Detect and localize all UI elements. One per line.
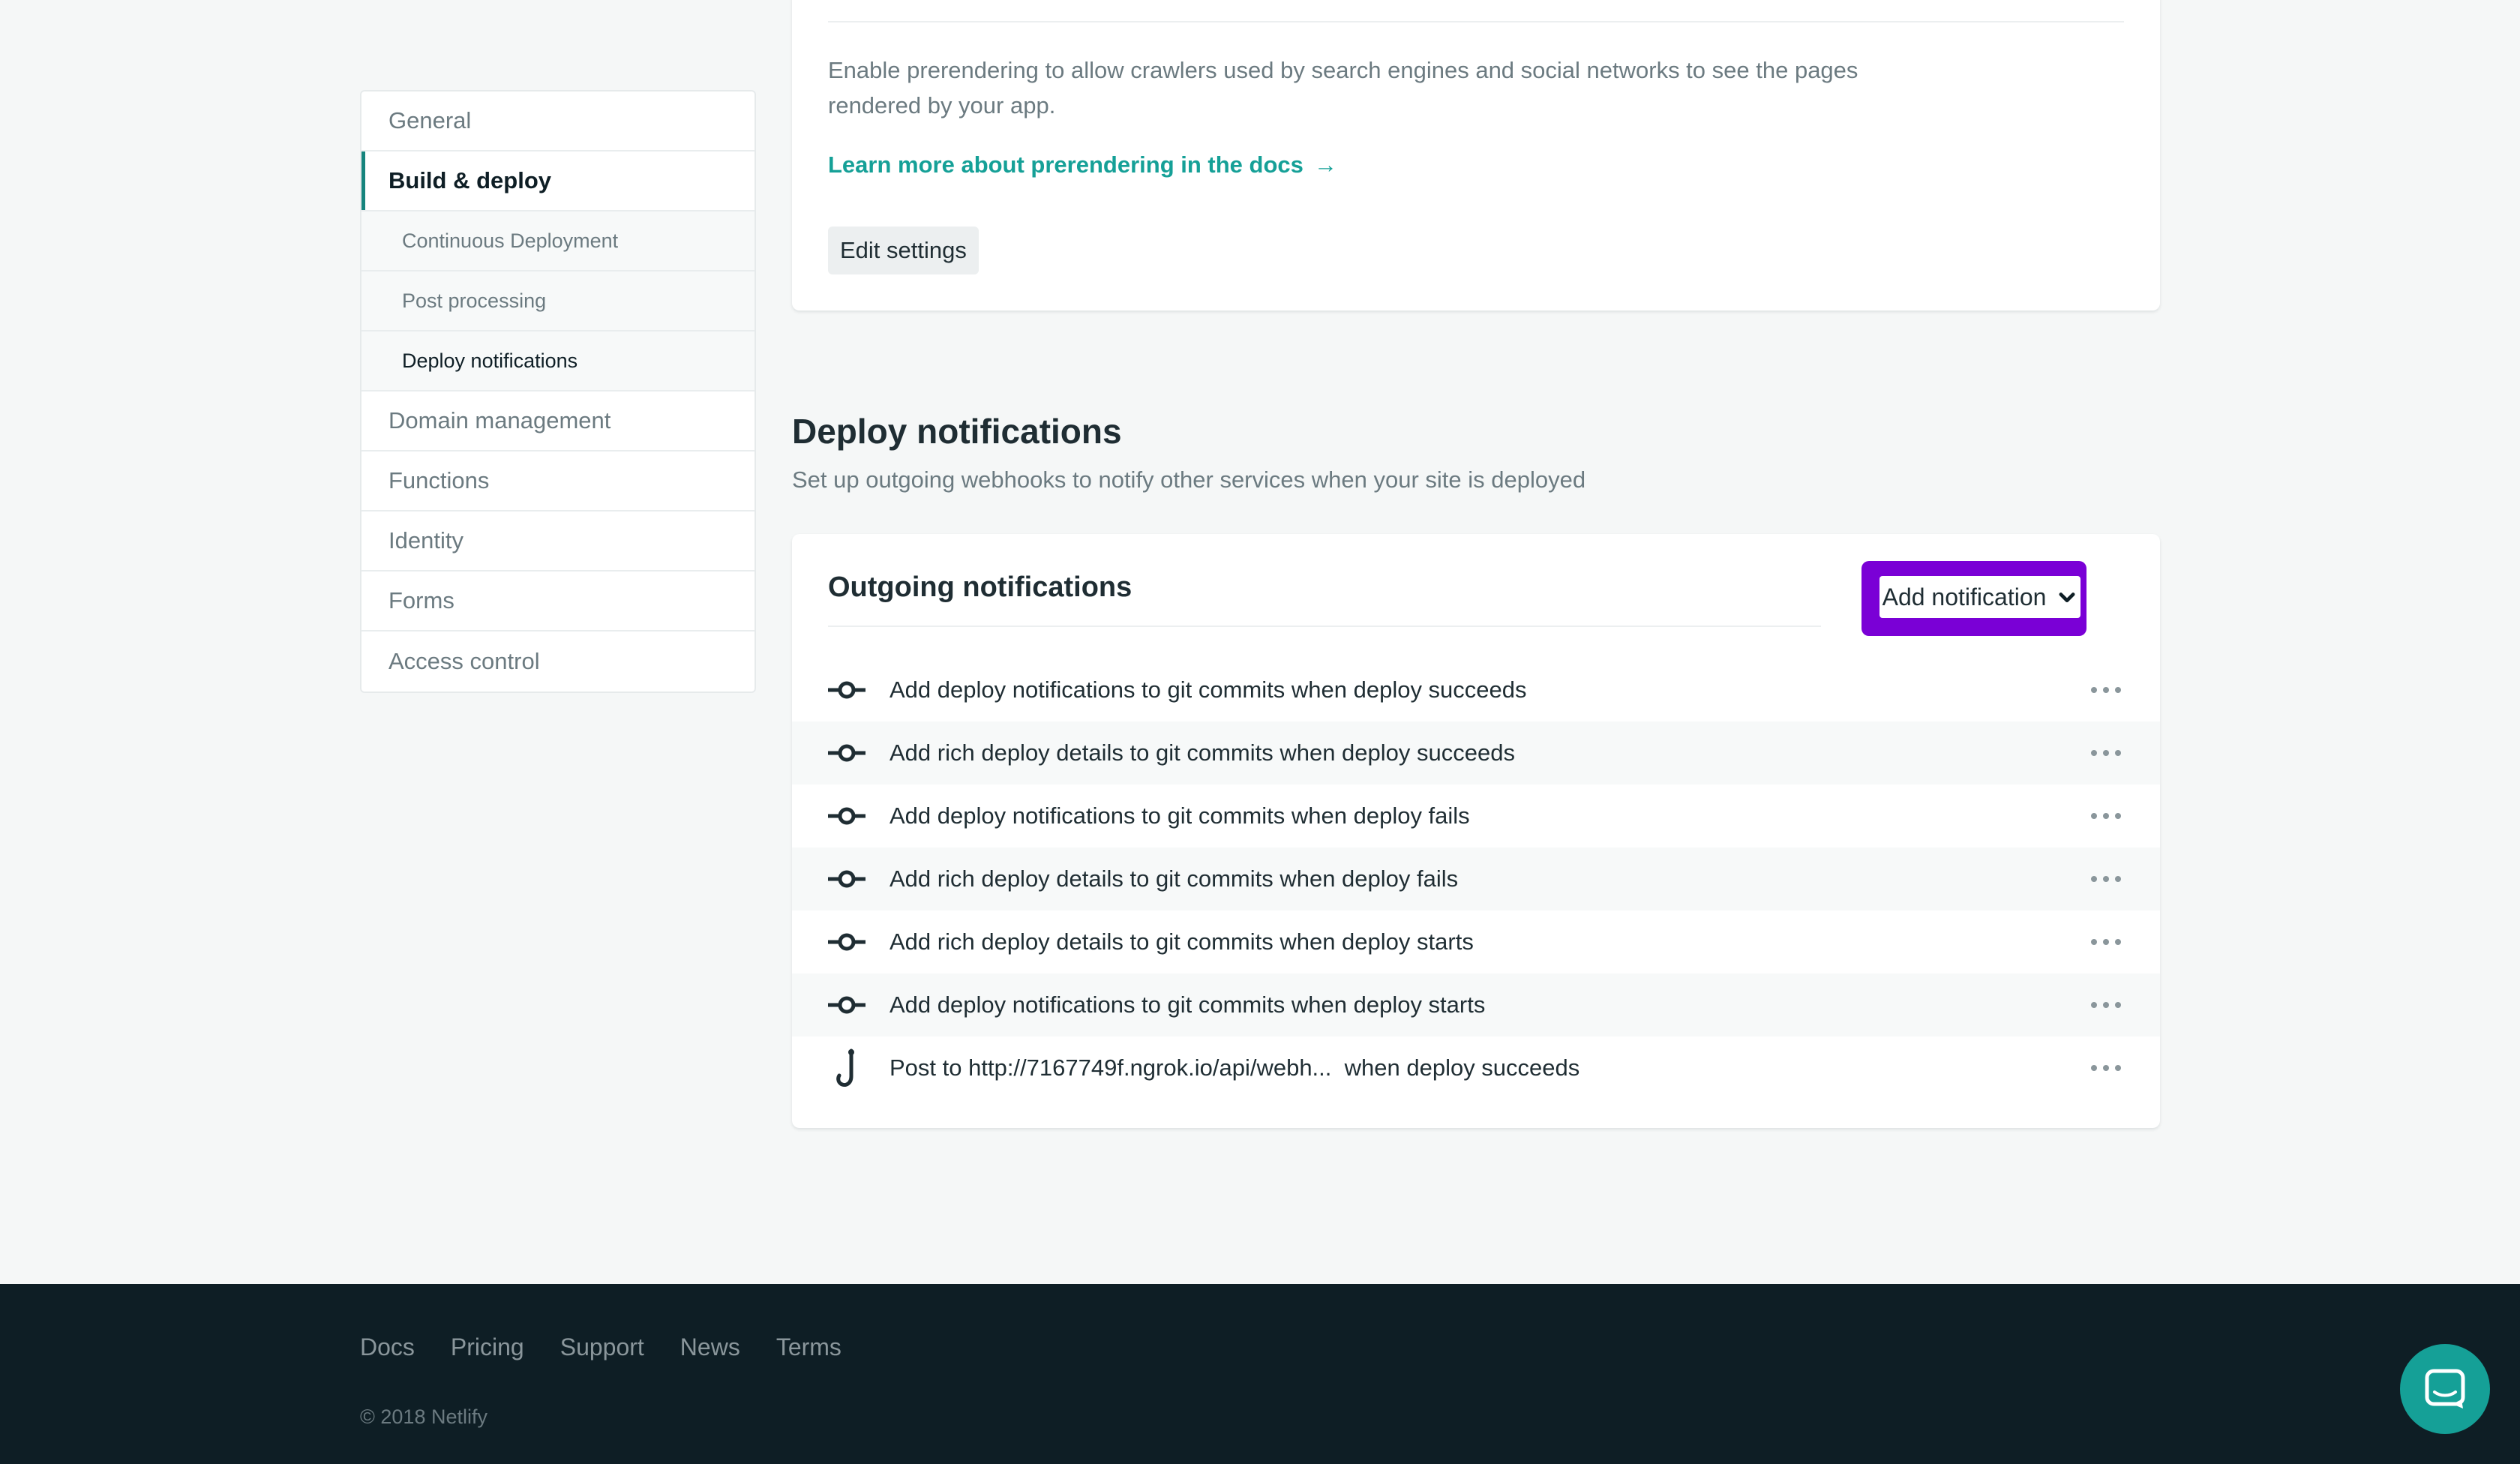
git-commit-icon xyxy=(828,923,866,961)
section-subtitle: Set up outgoing webhooks to notify other… xyxy=(792,466,1586,493)
learn-more-prerendering-link[interactable]: Learn more about prerendering in the doc… xyxy=(828,152,1337,178)
git-commit-icon xyxy=(828,734,866,772)
notification-row: Add deploy notifications to git commits … xyxy=(792,658,2160,722)
notification-row: Add rich deploy details to git commits w… xyxy=(792,722,2160,784)
sidebar-item-build-deploy[interactable]: Build & deploy xyxy=(362,152,754,212)
git-commit-icon xyxy=(828,797,866,835)
more-options-icon[interactable] xyxy=(2091,1057,2121,1079)
notification-description: Post to http://7167749f.ngrok.io/api/web… xyxy=(890,1054,1580,1081)
card-title: Outgoing notifications xyxy=(828,572,1132,603)
sidebar-item-access-control[interactable]: Access control xyxy=(362,632,754,692)
add-notification-button[interactable]: Add notification xyxy=(1880,576,2080,618)
notification-row: Add deploy notifications to git commits … xyxy=(792,974,2160,1036)
footer-links: Docs Pricing Support News Terms xyxy=(360,1334,842,1361)
more-options-icon[interactable] xyxy=(2091,742,2121,764)
sidebar-subitem-continuous-deployment[interactable]: Continuous Deployment xyxy=(362,212,754,272)
notification-description: Add rich deploy details to git commits w… xyxy=(890,928,1474,955)
sidebar-item-general[interactable]: General xyxy=(362,92,754,152)
card-divider xyxy=(828,21,2124,22)
chat-icon xyxy=(2425,1369,2465,1408)
outgoing-notifications-card: Outgoing notifications Add notification … xyxy=(792,534,2160,1128)
notification-description: Add deploy notifications to git commits … xyxy=(890,676,1527,703)
git-commit-icon xyxy=(828,860,866,898)
sidebar-subitem-deploy-notifications[interactable]: Deploy notifications xyxy=(362,332,754,392)
notification-row: Post to http://7167749f.ngrok.io/api/web… xyxy=(792,1036,2160,1100)
settings-sidebar: General Build & deploy Continuous Deploy… xyxy=(360,90,756,693)
footer-link-news[interactable]: News xyxy=(680,1334,740,1361)
add-notification-label: Add notification xyxy=(1882,583,2047,610)
learn-more-label: Learn more about prerendering in the doc… xyxy=(828,152,1304,178)
chat-widget-button[interactable] xyxy=(2400,1344,2490,1434)
notifications-list: Add deploy notifications to git commits … xyxy=(792,658,2160,1100)
notification-row: Add rich deploy details to git commits w… xyxy=(792,910,2160,974)
footer: Docs Pricing Support News Terms © 2018 N… xyxy=(0,1284,2520,1464)
more-options-icon[interactable] xyxy=(2091,805,2121,827)
more-options-icon[interactable] xyxy=(2091,931,2121,953)
prerendering-card: Enable prerendering to allow crawlers us… xyxy=(792,0,2160,310)
notification-description: Add rich deploy details to git commits w… xyxy=(890,740,1515,766)
sidebar-item-forms[interactable]: Forms xyxy=(362,572,754,632)
prerendering-description: Enable prerendering to allow crawlers us… xyxy=(828,57,1858,118)
arrow-right-icon: → xyxy=(1313,152,1337,178)
notification-description: Add deploy notifications to git commits … xyxy=(890,992,1486,1018)
more-options-icon[interactable] xyxy=(2091,679,2121,701)
notification-description: Add deploy notifications to git commits … xyxy=(890,802,1470,829)
sidebar-item-identity[interactable]: Identity xyxy=(362,512,754,572)
footer-link-docs[interactable]: Docs xyxy=(360,1334,415,1361)
edit-settings-button[interactable]: Edit settings xyxy=(828,226,979,274)
sidebar-item-functions[interactable]: Functions xyxy=(362,452,754,512)
footer-link-terms[interactable]: Terms xyxy=(776,1334,842,1361)
sidebar-item-domain-management[interactable]: Domain management xyxy=(362,392,754,452)
card-divider xyxy=(828,626,1821,627)
git-commit-icon xyxy=(828,671,866,709)
notification-description: Add rich deploy details to git commits w… xyxy=(890,866,1459,892)
more-options-icon[interactable] xyxy=(2091,994,2121,1016)
add-notification-highlight: Add notification xyxy=(1862,561,2086,636)
footer-link-pricing[interactable]: Pricing xyxy=(451,1334,524,1361)
more-options-icon[interactable] xyxy=(2091,868,2121,890)
git-commit-icon xyxy=(828,986,866,1024)
copyright: © 2018 Netlify xyxy=(360,1406,488,1428)
sidebar-subitem-post-processing[interactable]: Post processing xyxy=(362,272,754,332)
section-title: Deploy notifications xyxy=(792,412,1122,451)
webhook-icon xyxy=(828,1048,866,1088)
notification-row: Add deploy notifications to git commits … xyxy=(792,784,2160,848)
notification-row: Add rich deploy details to git commits w… xyxy=(792,848,2160,910)
footer-link-support[interactable]: Support xyxy=(560,1334,644,1361)
chevron-down-icon xyxy=(2059,592,2075,602)
